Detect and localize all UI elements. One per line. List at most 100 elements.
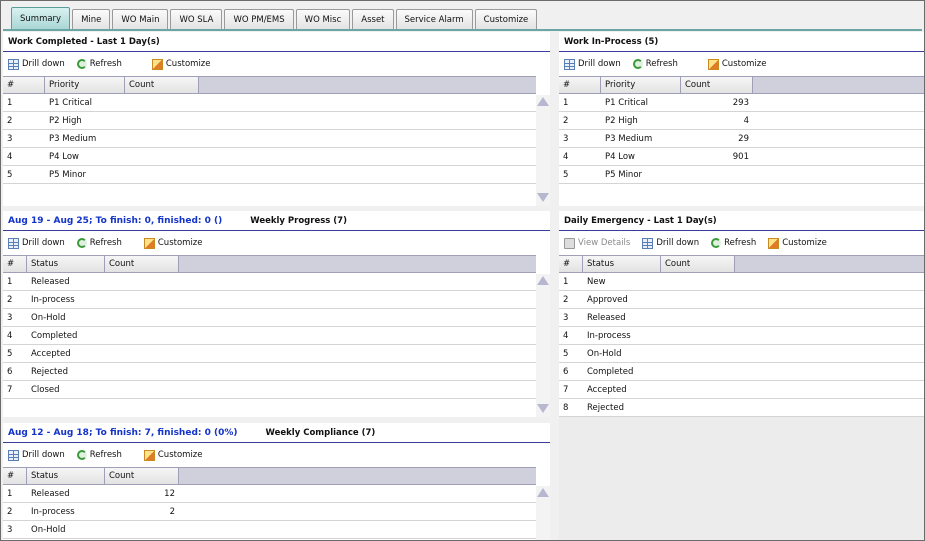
table-row[interactable]: 4 In-process: [559, 328, 924, 345]
scroll-up-icon[interactable]: [537, 488, 549, 497]
column-number[interactable]: #: [3, 468, 27, 484]
table-row[interactable]: 8 Rejected: [559, 400, 924, 417]
refresh-button[interactable]: Refresh: [76, 238, 122, 248]
table-row[interactable]: 3 On-Hold: [3, 522, 536, 539]
row-number: 7: [7, 385, 13, 395]
table-row[interactable]: 1 Released 12: [3, 486, 536, 503]
table-row[interactable]: 1 New: [559, 274, 924, 291]
row-label: In-process: [31, 295, 75, 305]
column-number[interactable]: #: [559, 256, 583, 272]
table-row[interactable]: 5 On-Hold: [559, 346, 924, 363]
table-row[interactable]: 3 P3 Medium 29: [559, 131, 924, 148]
drill-down-button[interactable]: Drill down: [642, 237, 699, 249]
refresh-label: Refresh: [89, 238, 122, 248]
drill-down-button[interactable]: Drill down: [8, 237, 65, 249]
tab-bar: Summary Mine WO Main WO SLA WO PM/EMS WO…: [11, 7, 539, 29]
weekly-progress-panel: Aug 19 - Aug 25; To finish: 0, finished:…: [3, 211, 550, 417]
vertical-scrollbar[interactable]: [536, 486, 550, 540]
row-number: 8: [563, 403, 569, 413]
drill-down-button[interactable]: Drill down: [8, 58, 65, 70]
customize-button[interactable]: Customize: [707, 58, 767, 70]
row-count: 2: [169, 507, 175, 517]
tab-asset[interactable]: Asset: [352, 9, 394, 29]
column-count[interactable]: Count: [105, 468, 179, 484]
tab-wo-pm-ems[interactable]: WO PM/EMS: [224, 9, 294, 29]
customize-button[interactable]: Customize: [151, 58, 211, 70]
column-status[interactable]: Status: [583, 256, 661, 272]
vertical-scrollbar[interactable]: [536, 95, 550, 206]
drill-down-icon: [8, 237, 19, 249]
tab-summary[interactable]: Summary: [11, 7, 71, 29]
row-count: [105, 382, 179, 398]
refresh-button[interactable]: Refresh: [711, 238, 756, 248]
customize-button[interactable]: Customize: [143, 237, 203, 249]
column-number[interactable]: #: [3, 77, 45, 93]
column-count[interactable]: Count: [681, 77, 753, 93]
table-row[interactable]: 3 On-Hold: [3, 310, 536, 327]
tab-wo-sla[interactable]: WO SLA: [170, 9, 223, 29]
refresh-button[interactable]: Refresh: [76, 59, 122, 69]
row-label: P5 Minor: [605, 170, 643, 180]
scroll-down-icon[interactable]: [537, 404, 549, 413]
column-count[interactable]: Count: [661, 256, 735, 272]
table-row[interactable]: 6 Completed: [559, 364, 924, 381]
column-priority[interactable]: Priority: [601, 77, 681, 93]
table-row[interactable]: 1 P1 Critical: [3, 95, 536, 112]
refresh-label: Refresh: [89, 450, 122, 460]
work-completed-toolbar: Drill down Refresh Customize: [3, 54, 550, 74]
table-row[interactable]: 3 P3 Medium: [3, 131, 536, 148]
scroll-up-icon[interactable]: [537, 276, 549, 285]
header-filler: [199, 77, 536, 93]
row-count: 293: [732, 98, 749, 108]
vertical-scrollbar[interactable]: [536, 274, 550, 417]
column-status[interactable]: Status: [27, 468, 105, 484]
table-header: # Status Count: [559, 255, 924, 273]
table-row[interactable]: 5 P5 Minor: [3, 167, 536, 184]
row-number: 4: [563, 331, 569, 341]
column-number[interactable]: #: [559, 77, 601, 93]
column-count[interactable]: Count: [125, 77, 199, 93]
customize-icon: [768, 237, 780, 249]
scroll-down-icon[interactable]: [537, 193, 549, 202]
work-in-process-panel: Work In-Process (5) Drill down Refresh C…: [559, 32, 924, 206]
view-details-button[interactable]: View Details: [564, 237, 630, 249]
table-row[interactable]: 2 Approved: [559, 292, 924, 309]
tab-wo-misc[interactable]: WO Misc: [295, 9, 351, 29]
tab-wo-main[interactable]: WO Main: [112, 9, 169, 29]
table-row[interactable]: 4 P4 Low 901: [559, 149, 924, 166]
table-row[interactable]: 1 Released: [3, 274, 536, 291]
table-row[interactable]: 7 Closed: [3, 382, 536, 399]
table-row[interactable]: 2 P2 High 4: [559, 113, 924, 130]
row-label: On-Hold: [587, 349, 622, 359]
customize-icon: [143, 237, 155, 249]
table-row[interactable]: 2 In-process: [3, 292, 536, 309]
column-priority[interactable]: Priority: [45, 77, 125, 93]
row-count: [125, 95, 199, 111]
column-count[interactable]: Count: [105, 256, 179, 272]
tab-service-alarm[interactable]: Service Alarm: [395, 9, 473, 29]
table-row[interactable]: 6 Rejected: [3, 364, 536, 381]
table-row[interactable]: 2 In-process 2: [3, 504, 536, 521]
drill-down-button[interactable]: Drill down: [564, 58, 621, 70]
refresh-label: Refresh: [724, 238, 757, 248]
customize-button[interactable]: Customize: [143, 449, 203, 461]
table-row[interactable]: 1 P1 Critical 293: [559, 95, 924, 112]
drill-down-button[interactable]: Drill down: [8, 449, 65, 461]
table-row[interactable]: 3 Released: [559, 310, 924, 327]
customize-button[interactable]: Customize: [768, 237, 827, 249]
table-row[interactable]: 7 Accepted: [559, 382, 924, 399]
refresh-button[interactable]: Refresh: [632, 59, 678, 69]
weekly-compliance-title: Weekly Compliance (7): [265, 427, 376, 438]
column-number[interactable]: #: [3, 256, 27, 272]
refresh-button[interactable]: Refresh: [76, 450, 122, 460]
scroll-up-icon[interactable]: [537, 97, 549, 106]
table-row[interactable]: 4 P4 Low: [3, 149, 536, 166]
tab-customize[interactable]: Customize: [474, 9, 538, 29]
table-row[interactable]: 5 Accepted: [3, 346, 536, 363]
table-row[interactable]: 4 Completed: [3, 328, 536, 345]
table-row[interactable]: 5 P5 Minor: [559, 167, 924, 184]
tab-mine[interactable]: Mine: [72, 9, 111, 29]
row-label: Released: [587, 313, 626, 323]
table-row[interactable]: 2 P2 High: [3, 113, 536, 130]
column-status[interactable]: Status: [27, 256, 105, 272]
